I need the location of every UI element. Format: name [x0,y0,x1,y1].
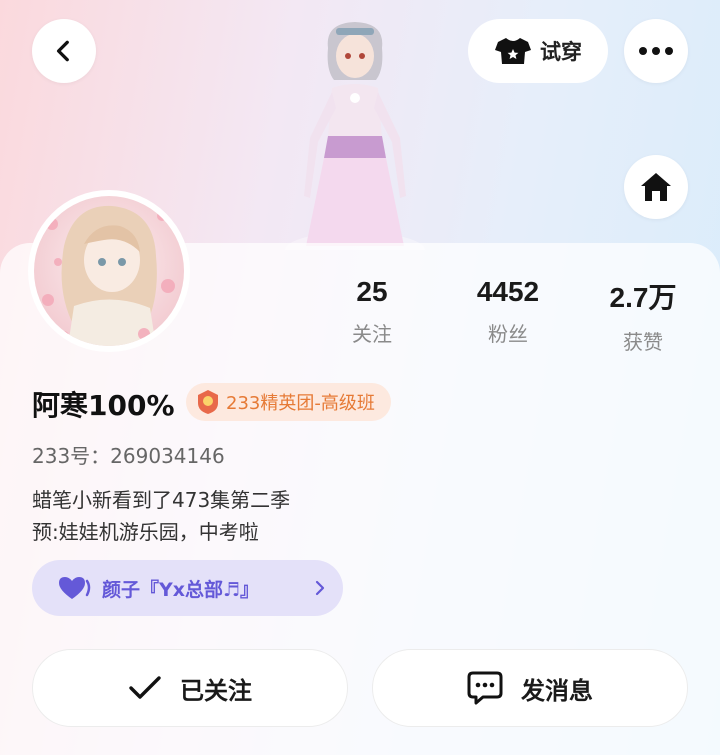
more-dots-icon [639,47,673,55]
stat-followers[interactable]: 4452 粉丝 [448,276,568,347]
chat-bubble-icon [467,671,503,705]
stat-likes-label: 获赞 [623,330,663,354]
try-on-label: 试穿 [540,40,582,64]
message-label: 发消息 [521,676,593,705]
followed-label: 已关注 [180,676,252,705]
chevron-left-icon [56,40,69,62]
profile-avatar[interactable] [28,190,190,352]
followed-button[interactable]: 已关注 [32,649,348,727]
stat-following[interactable]: 25 关注 [312,276,432,347]
stat-followers-value: 4452 [476,276,540,307]
stat-likes[interactable]: 2.7万 获赞 [583,276,703,355]
home-button[interactable] [624,155,688,219]
heart-icon [59,577,91,599]
stat-following-label: 关注 [352,322,392,346]
checkmark-icon [129,676,161,699]
stat-following-value: 25 [356,276,388,307]
try-on-button[interactable]: 试穿 [468,19,608,83]
stat-likes-value: 2.7万 [609,282,677,313]
group-label: 颜子『Yx总部♬』 [102,578,260,601]
chevron-right-icon [315,580,325,596]
avatar-image [34,196,184,346]
badge-emblem-icon [198,390,218,414]
message-button[interactable]: 发消息 [372,649,688,727]
user-bio: 蜡笔小新看到了473集第二季 预:娃娃机游乐园，中考啦 [32,484,290,548]
bio-line: 蜡笔小新看到了473集第二季 [32,488,291,512]
avatar-3d-figure[interactable] [280,18,430,250]
home-icon [641,173,671,201]
tshirt-icon [495,38,531,64]
group-link[interactable]: 颜子『Yx总部♬』 [32,560,343,616]
bio-line: 预:娃娃机游乐园，中考啦 [32,520,259,544]
user-id: 233号：269034146 [32,444,225,468]
elite-badge[interactable]: 233精英团-高级班 [186,383,391,421]
stat-followers-label: 粉丝 [488,322,528,346]
user-name: 阿寒100% [32,389,175,422]
back-button[interactable] [32,19,96,83]
more-button[interactable] [624,19,688,83]
badge-label: 233精英团-高级班 [226,393,375,414]
